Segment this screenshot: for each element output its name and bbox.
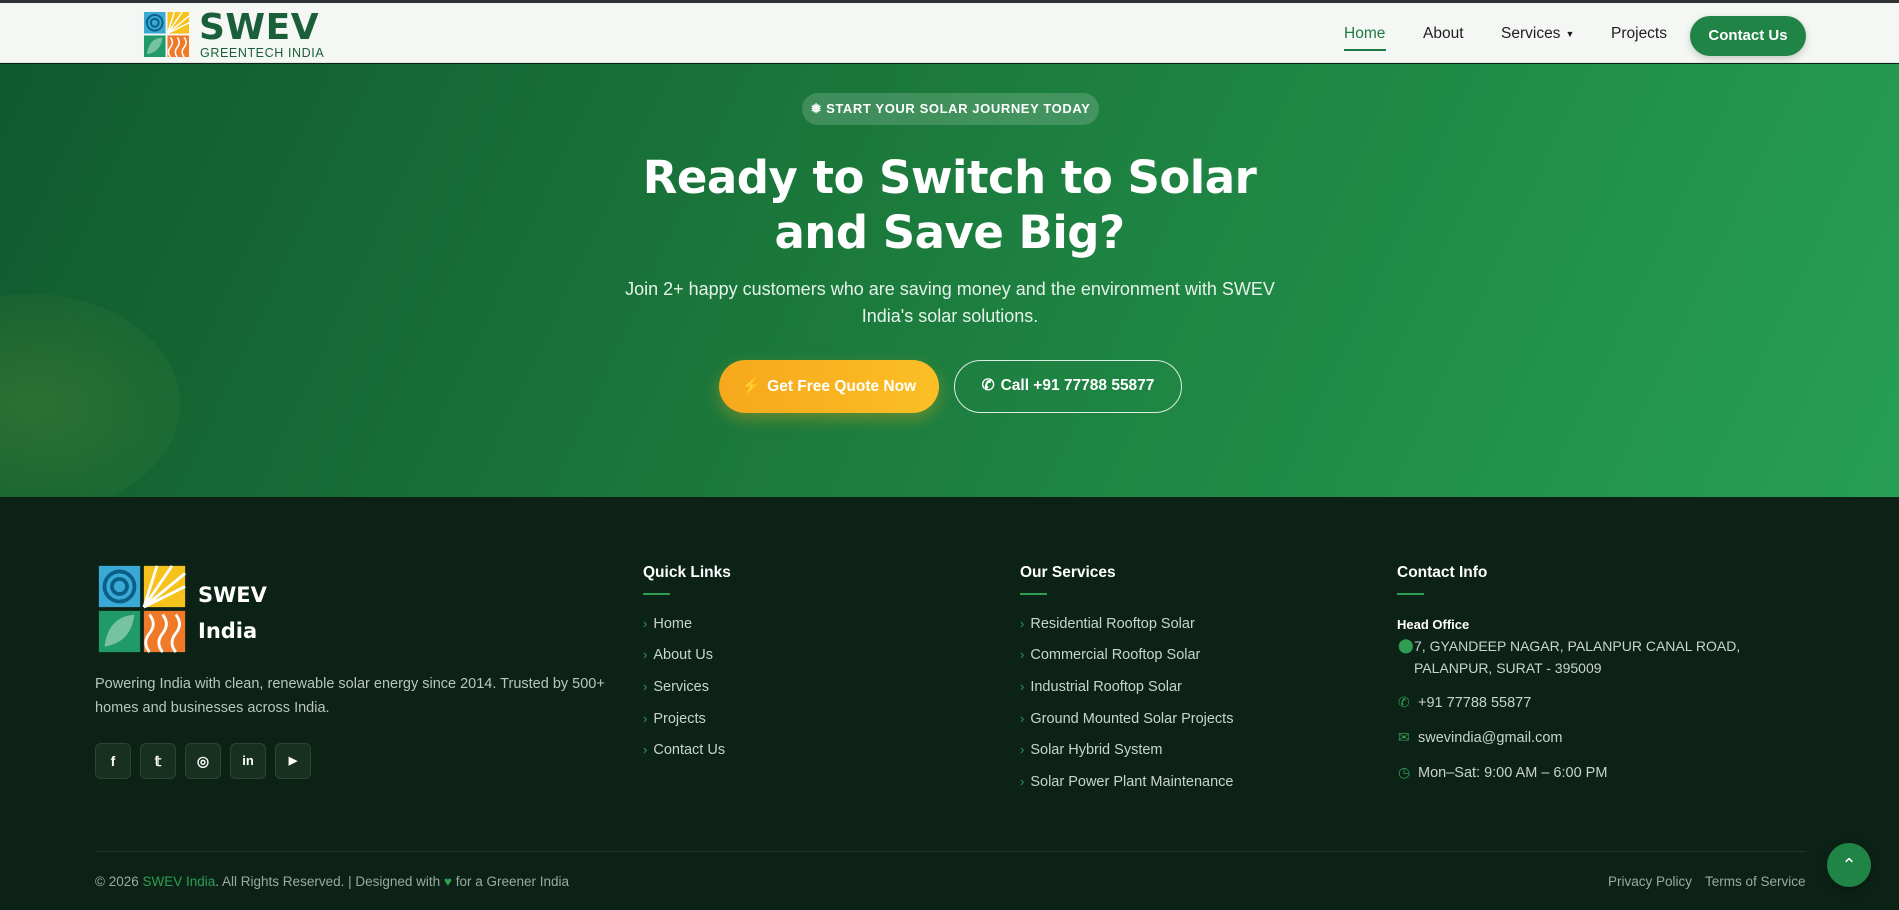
chevron-right-icon: › xyxy=(643,679,648,694)
site-header: SWEV GREENTECH INDIA Home About Services… xyxy=(0,3,1899,63)
copyright-prefix: © 2026 xyxy=(95,874,139,889)
twitter-icon[interactable]: 𝕥 xyxy=(140,743,176,779)
chevron-right-icon: › xyxy=(643,711,648,726)
copyright-suffix: . All Rights Reserved. | Designed with xyxy=(215,874,441,889)
chevron-right-icon: › xyxy=(643,616,648,631)
map-pin-icon: ⬤ xyxy=(1398,637,1414,653)
call-button[interactable]: ✆ Call +91 77788 55877 xyxy=(954,360,1182,413)
site-footer: SWEV India Powering India with clean, re… xyxy=(0,497,1899,910)
brand-name[interactable]: SWEV xyxy=(199,7,319,49)
chevron-right-icon: › xyxy=(1020,774,1025,789)
cta-hero-section: ❅ START YOUR SOLAR JOURNEY TODAY Ready to… xyxy=(0,64,1899,497)
contact-email[interactable]: swevindia@gmail.com xyxy=(1418,730,1562,746)
hero-subtitle: Join 2+ happy customers who are saving m… xyxy=(625,279,1275,326)
hero-title-line1: Ready to Switch to Solar xyxy=(642,151,1257,204)
instagram-icon[interactable]: ◎ xyxy=(185,743,221,779)
service-link-ground-mounted[interactable]: › Ground Mounted Solar Projects xyxy=(1020,711,1233,727)
bolt-icon: ⚡ xyxy=(741,378,762,395)
journey-badge-label: START YOUR SOLAR JOURNEY TODAY xyxy=(826,101,1091,116)
footer-link-label: About Us xyxy=(653,647,713,663)
contact-info-title: Contact Info xyxy=(1397,564,1488,581)
hero-title-line2: and Save Big? xyxy=(774,206,1125,259)
footer-brand-line2: India xyxy=(198,619,258,643)
service-link-label: Solar Hybrid System xyxy=(1030,742,1163,758)
chevron-up-icon: ⌃ xyxy=(1841,855,1857,875)
phone-icon: ✆ xyxy=(981,377,995,394)
clock-icon: ◷ xyxy=(1398,764,1411,780)
heart-icon: ♥ xyxy=(443,874,452,889)
youtube-icon[interactable]: ▶ xyxy=(275,743,311,779)
service-link-commercial[interactable]: › Commercial Rooftop Solar xyxy=(1020,647,1200,663)
service-link-label: Industrial Rooftop Solar xyxy=(1030,679,1182,695)
chevron-right-icon: › xyxy=(1020,711,1025,726)
copyright-text: © 2026 SWEV India. All Rights Reserved. … xyxy=(95,874,569,889)
office-address: 7, GYANDEEP NAGAR, PALANPUR CANAL ROAD, … xyxy=(1414,638,1741,676)
contact-phone[interactable]: +91 77788 55877 xyxy=(1418,695,1531,711)
footer-brand: SWEV India xyxy=(198,577,288,649)
footer-link-label: Services xyxy=(653,679,709,695)
footer-brand-line1: SWEV xyxy=(198,583,267,607)
decorative-glow xyxy=(0,294,180,497)
brand-subtitle: GREENTECH INDIA xyxy=(200,46,325,60)
footer-link-label: Projects xyxy=(653,711,706,727)
get-free-quote-button[interactable]: ⚡ Get Free Quote Now xyxy=(719,360,939,413)
service-link-maintenance[interactable]: › Solar Power Plant Maintenance xyxy=(1020,774,1233,790)
our-services-title: Our Services xyxy=(1020,564,1116,581)
footer-description: Powering India with clean, renewable sol… xyxy=(95,676,605,716)
nav-services[interactable]: Services ▼ xyxy=(1501,25,1574,43)
nav-projects[interactable]: Projects xyxy=(1611,25,1667,43)
caret-down-icon: ▼ xyxy=(1565,28,1575,39)
hero-title: Ready to Switch to Solar and Save Big? xyxy=(0,150,1899,260)
copyright-end: for a Greener India xyxy=(455,874,570,889)
nav-home[interactable]: Home xyxy=(1344,25,1385,43)
footer-link-about[interactable]: › About Us xyxy=(643,647,713,663)
sun-icon: ❅ xyxy=(810,101,823,116)
call-button-label: Call +91 77788 55877 xyxy=(1000,377,1155,394)
service-link-label: Residential Rooftop Solar xyxy=(1030,616,1195,632)
service-link-label: Commercial Rooftop Solar xyxy=(1030,647,1201,663)
swev-logo-icon[interactable] xyxy=(97,564,187,654)
title-underline xyxy=(1020,593,1047,595)
chevron-right-icon: › xyxy=(1020,647,1025,662)
footer-link-label: Home xyxy=(653,616,693,632)
journey-badge: ❅ START YOUR SOLAR JOURNEY TODAY xyxy=(802,93,1099,125)
footer-link-projects[interactable]: › Projects xyxy=(643,711,706,727)
privacy-policy-link[interactable]: Privacy Policy xyxy=(1608,874,1692,889)
chevron-right-icon: › xyxy=(1020,742,1025,757)
title-underline xyxy=(643,593,670,595)
copyright-brand-link[interactable]: SWEV India xyxy=(143,874,216,889)
chevron-right-icon: › xyxy=(1020,616,1025,631)
footer-link-label: Contact Us xyxy=(653,742,726,758)
service-link-industrial[interactable]: › Industrial Rooftop Solar xyxy=(1020,679,1182,695)
footer-link-home[interactable]: › Home xyxy=(643,616,692,632)
terms-of-service-link[interactable]: Terms of Service xyxy=(1705,874,1806,889)
footer-link-services[interactable]: › Services xyxy=(643,679,709,695)
service-link-residential[interactable]: › Residential Rooftop Solar xyxy=(1020,616,1195,632)
business-hours: Mon–Sat: 9:00 AM – 6:00 PM xyxy=(1418,765,1608,781)
quick-links-title: Quick Links xyxy=(643,564,731,581)
head-office-label: Head Office xyxy=(1397,617,1470,632)
service-link-hybrid[interactable]: › Solar Hybrid System xyxy=(1020,742,1163,758)
footer-link-contact[interactable]: › Contact Us xyxy=(643,742,725,758)
nav-active-underline xyxy=(1344,49,1386,51)
nav-services-label: Services xyxy=(1501,25,1561,42)
service-link-label: Ground Mounted Solar Projects xyxy=(1030,711,1234,727)
nav-about[interactable]: About xyxy=(1423,25,1464,43)
contact-us-button[interactable]: Contact Us xyxy=(1690,16,1806,56)
linkedin-icon[interactable]: in xyxy=(230,743,266,779)
service-link-label: Solar Power Plant Maintenance xyxy=(1030,774,1234,790)
swev-logo-icon[interactable] xyxy=(143,11,190,58)
back-to-top-button[interactable]: ⌃ xyxy=(1827,843,1871,887)
chevron-right-icon: › xyxy=(1020,679,1025,694)
facebook-icon[interactable]: f xyxy=(95,743,131,779)
phone-icon: ✆ xyxy=(1398,694,1410,710)
chevron-right-icon: › xyxy=(643,742,648,757)
get-free-quote-label: Get Free Quote Now xyxy=(767,378,917,395)
envelope-icon: ✉ xyxy=(1398,729,1410,745)
title-underline xyxy=(1397,593,1424,595)
chevron-right-icon: › xyxy=(643,647,648,662)
footer-divider xyxy=(95,851,1805,852)
